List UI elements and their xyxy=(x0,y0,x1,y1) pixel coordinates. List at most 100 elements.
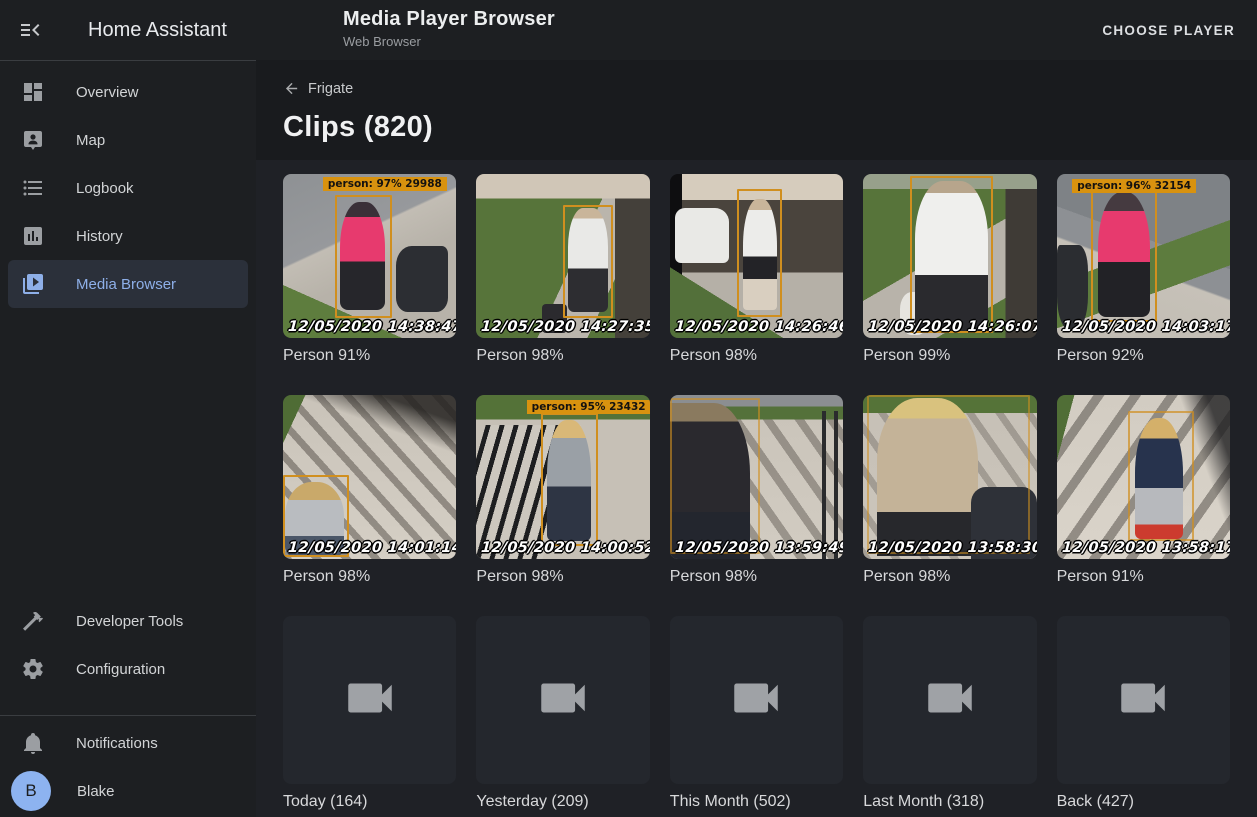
video-camera-icon xyxy=(341,669,399,732)
user-name: Blake xyxy=(77,783,115,800)
clip-card[interactable]: 12/05/2020 14:26:46 Person 98% xyxy=(670,174,843,365)
clip-timestamp: 12/05/2020 14:03:17 xyxy=(1061,319,1230,335)
clip-card[interactable]: person: 95% 23432 12/05/2020 14:00:52 Pe… xyxy=(476,395,649,586)
hammer-icon xyxy=(21,609,45,633)
app-title: Home Assistant xyxy=(88,19,227,42)
clip-thumbnail[interactable]: person: 96% 32154 12/05/2020 14:03:17 xyxy=(1057,174,1230,338)
folder-label: Today (164) xyxy=(283,793,456,811)
gear-icon xyxy=(21,657,45,681)
folder-card-yesterday-209[interactable]: Yesterday (209) xyxy=(476,616,649,811)
clip-timestamp: 12/05/2020 14:38:47 xyxy=(287,319,456,335)
video-camera-icon xyxy=(727,669,785,732)
clip-thumbnail[interactable]: 12/05/2020 14:26:46 xyxy=(670,174,843,338)
folder-label: This Month (502) xyxy=(670,793,843,811)
video-camera-icon xyxy=(534,669,592,732)
view-dashboard-icon xyxy=(21,80,45,104)
clip-label: Person 99% xyxy=(863,347,1036,365)
sidebar-item-logbook[interactable]: Logbook xyxy=(8,164,248,212)
clip-timestamp: 12/05/2020 14:26:07 xyxy=(868,319,1037,335)
sidebar-item-user[interactable]: B Blake xyxy=(8,767,248,815)
clip-timestamp: 12/05/2020 13:58:17 xyxy=(1061,540,1230,556)
folder-thumbnail[interactable] xyxy=(476,616,649,784)
clip-label: Person 98% xyxy=(476,568,649,586)
detection-bbox xyxy=(670,398,760,554)
clip-thumbnail[interactable]: 12/05/2020 13:58:30 xyxy=(863,395,1036,559)
detection-bbox xyxy=(910,176,993,333)
clip-card[interactable]: 12/05/2020 14:26:07 Person 99% xyxy=(863,174,1036,365)
detection-bbox xyxy=(335,195,392,318)
clip-card[interactable]: 12/05/2020 14:01:14 Person 98% xyxy=(283,395,456,586)
clip-browser: person: 97% 29988 12/05/2020 14:38:47 Pe… xyxy=(256,160,1257,817)
clip-timestamp: 12/05/2020 14:01:14 xyxy=(287,540,456,556)
clip-label: Person 98% xyxy=(863,568,1036,586)
detection-bbox xyxy=(737,189,782,317)
clip-label: Person 91% xyxy=(1057,568,1230,586)
detection-bbox xyxy=(1128,411,1194,541)
clip-timestamp: 12/05/2020 13:58:30 xyxy=(868,540,1037,556)
sidebar-item-map[interactable]: Map xyxy=(8,116,248,164)
clip-thumbnail[interactable]: person: 95% 23432 12/05/2020 14:00:52 xyxy=(476,395,649,559)
clip-card[interactable]: person: 96% 32154 12/05/2020 14:03:17 Pe… xyxy=(1057,174,1230,365)
folder-card-this-month-502[interactable]: This Month (502) xyxy=(670,616,843,811)
clip-timestamp: 12/05/2020 13:59:49 xyxy=(674,540,843,556)
folder-thumbnail[interactable] xyxy=(283,616,456,784)
media-player-subtitle: Web Browser xyxy=(343,34,555,49)
media-player-header: Media Player Browser Web Browser xyxy=(343,8,555,49)
clip-card[interactable]: 12/05/2020 14:27:35 Person 98% xyxy=(476,174,649,365)
sidebar-item-media-browser[interactable]: Media Browser xyxy=(8,260,248,308)
clip-label: Person 98% xyxy=(476,347,649,365)
chart-box-icon xyxy=(21,224,45,248)
menu-open-icon[interactable] xyxy=(6,6,54,54)
content-header: Frigate Clips (820) xyxy=(256,60,1257,160)
folder-card-back-427[interactable]: Back (427) xyxy=(1057,616,1230,811)
avatar: B xyxy=(11,771,51,811)
folder-card-last-month-318[interactable]: Last Month (318) xyxy=(863,616,1036,811)
clip-label: Person 98% xyxy=(670,347,843,365)
sidebar: Overview Map Logbook History Media Brows… xyxy=(0,60,256,817)
back-arrow-icon xyxy=(283,80,300,97)
clip-label: Person 92% xyxy=(1057,347,1230,365)
page-title: Clips (820) xyxy=(283,111,1230,144)
clip-thumbnail[interactable]: 12/05/2020 13:59:49 xyxy=(670,395,843,559)
clip-thumbnail[interactable]: 12/05/2020 14:01:14 xyxy=(283,395,456,559)
breadcrumb-label: Frigate xyxy=(308,81,353,97)
video-camera-icon xyxy=(1114,669,1172,732)
sidebar-item-developer-tools[interactable]: Developer Tools xyxy=(8,597,248,645)
sidebar-spacer xyxy=(0,308,256,597)
clip-card[interactable]: 12/05/2020 13:59:49 Person 98% xyxy=(670,395,843,586)
clip-card[interactable]: 12/05/2020 13:58:30 Person 98% xyxy=(863,395,1036,586)
clip-card[interactable]: person: 97% 29988 12/05/2020 14:38:47 Pe… xyxy=(283,174,456,365)
clip-label: Person 91% xyxy=(283,347,456,365)
sidebar-item-configuration[interactable]: Configuration xyxy=(8,645,248,693)
folder-label: Back (427) xyxy=(1057,793,1230,811)
folder-label: Last Month (318) xyxy=(863,793,1036,811)
bell-icon xyxy=(21,731,45,755)
clip-thumbnail[interactable]: 12/05/2020 13:58:17 xyxy=(1057,395,1230,559)
breadcrumb[interactable]: Frigate xyxy=(283,80,353,97)
sidebar-divider xyxy=(0,715,256,716)
detection-bbox xyxy=(563,205,613,318)
choose-player-button[interactable]: CHOOSE PLAYER xyxy=(1094,13,1243,48)
clip-timestamp: 12/05/2020 14:00:52 xyxy=(481,540,650,556)
folder-thumbnail[interactable] xyxy=(863,616,1036,784)
detection-banner: person: 97% 29988 xyxy=(323,177,447,191)
folder-thumbnail[interactable] xyxy=(1057,616,1230,784)
clip-timestamp: 12/05/2020 14:27:35 xyxy=(481,319,650,335)
clip-card[interactable]: 12/05/2020 13:58:17 Person 91% xyxy=(1057,395,1230,586)
clip-thumbnail[interactable]: 12/05/2020 14:27:35 xyxy=(476,174,649,338)
media-browser-icon xyxy=(21,272,45,296)
folder-card-today-164[interactable]: Today (164) xyxy=(283,616,456,811)
clip-thumbnail[interactable]: 12/05/2020 14:26:07 xyxy=(863,174,1036,338)
detection-banner: person: 95% 23432 xyxy=(527,400,650,414)
folder-label: Yesterday (209) xyxy=(476,793,649,811)
detection-bbox xyxy=(541,413,598,546)
clip-label: Person 98% xyxy=(670,568,843,586)
detection-banner: person: 96% 32154 xyxy=(1072,179,1196,193)
sidebar-item-notifications[interactable]: Notifications xyxy=(8,719,248,767)
folder-thumbnail[interactable] xyxy=(670,616,843,784)
sidebar-item-overview[interactable]: Overview xyxy=(8,68,248,116)
main-content: Frigate Clips (820) person: 97% 29988 12… xyxy=(256,60,1257,817)
sidebar-item-history[interactable]: History xyxy=(8,212,248,260)
clip-thumbnail[interactable]: person: 97% 29988 12/05/2020 14:38:47 xyxy=(283,174,456,338)
clip-timestamp: 12/05/2020 14:26:46 xyxy=(674,319,843,335)
